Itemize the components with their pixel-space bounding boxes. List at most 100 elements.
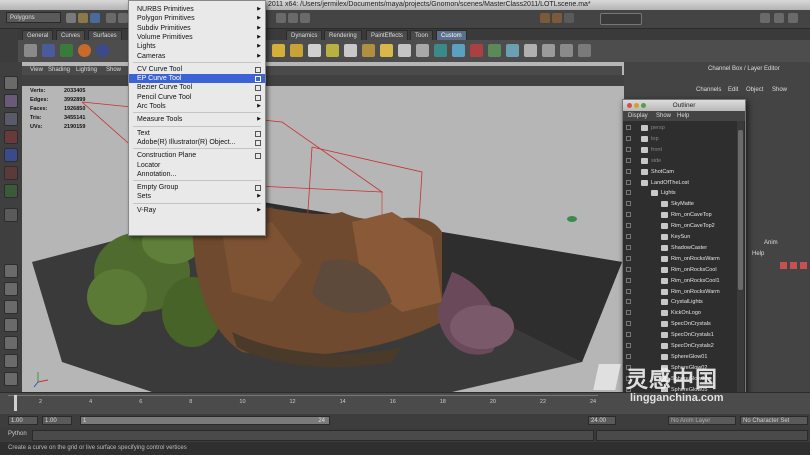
create-menu-item[interactable]: CV Curve Tool <box>129 65 265 74</box>
expand-toggle-icon[interactable] <box>626 332 631 338</box>
create-menu-item[interactable]: Measure Tools ▶ <box>129 115 265 124</box>
manipulator-tool-icon[interactable] <box>4 184 18 198</box>
shelf-plane-icon[interactable] <box>60 44 73 57</box>
shelf-tab-rendering[interactable]: Rendering <box>324 30 362 40</box>
expand-toggle-icon[interactable] <box>626 310 631 316</box>
option-box-icon[interactable] <box>255 185 261 192</box>
graph-layout-icon[interactable] <box>4 336 18 350</box>
shelf-tab-surfaces[interactable]: Surfaces <box>88 30 122 40</box>
create-menu-item[interactable]: Arc Tools ▶ <box>129 102 265 111</box>
shelf-light2-icon[interactable] <box>326 44 339 57</box>
create-menu-item[interactable]: Lights ▶ <box>129 42 265 51</box>
expand-toggle-icon[interactable] <box>626 157 631 163</box>
expand-toggle-icon[interactable] <box>626 146 631 152</box>
maximize-icon[interactable] <box>641 103 646 108</box>
expand-toggle-icon[interactable] <box>626 343 631 348</box>
outliner-menu-help[interactable]: Help <box>677 111 689 121</box>
menuset-dropdown[interactable]: Polygons <box>6 12 61 23</box>
render-settings-icon[interactable] <box>564 13 574 23</box>
create-menu-item[interactable]: Adobe(R) Illustrator(R) Object... <box>129 138 265 147</box>
command-input[interactable] <box>32 430 594 441</box>
paint-select-icon[interactable] <box>4 112 18 126</box>
expand-toggle-icon[interactable] <box>626 135 631 141</box>
shelf-tool4-icon[interactable] <box>398 44 411 57</box>
expand-toggle-icon[interactable] <box>626 223 631 229</box>
shelf-tab-general[interactable]: General <box>22 30 54 40</box>
shelf-tool2-icon[interactable] <box>362 44 375 57</box>
attribute-editor-icon[interactable] <box>760 13 770 23</box>
shelf-cylinder-icon[interactable] <box>96 44 109 57</box>
outliner-layout-icon[interactable] <box>4 318 18 332</box>
shelf-tool13-icon[interactable] <box>560 44 573 57</box>
snap-point-icon[interactable] <box>300 13 310 23</box>
shelf-sphere-icon[interactable] <box>78 44 91 57</box>
shelf-tool5-icon[interactable] <box>416 44 429 57</box>
shelf-tool-icon[interactable] <box>344 44 357 57</box>
layer-add-icon[interactable] <box>780 262 787 269</box>
outliner-item[interactable]: Rim_onRocksCool1 <box>623 276 737 286</box>
select-mode-icon[interactable] <box>106 13 116 23</box>
anim-layer-dropdown[interactable]: No Anim Layer <box>668 416 736 425</box>
create-menu-item[interactable]: Cameras ▶ <box>129 52 265 61</box>
expand-toggle-icon[interactable] <box>626 266 631 272</box>
create-menu-item[interactable]: Volume Primitives ▶ <box>129 33 265 42</box>
four-pane-layout-icon[interactable] <box>4 282 18 296</box>
expand-toggle-icon[interactable] <box>626 321 631 327</box>
option-box-icon[interactable] <box>255 139 261 146</box>
create-menu-item[interactable]: Construction Plane <box>129 151 265 160</box>
shelf-tool14-icon[interactable] <box>578 44 591 57</box>
expand-toggle-icon[interactable] <box>626 255 631 261</box>
outliner-item[interactable]: SpecOnCrystals <box>623 319 737 329</box>
create-menu-item[interactable]: Annotation... <box>129 170 265 179</box>
outliner-menu-show[interactable]: Show <box>656 111 671 121</box>
expand-toggle-icon[interactable] <box>626 299 631 305</box>
render-icon[interactable] <box>540 13 550 23</box>
shelf-tool7-icon[interactable] <box>452 44 465 57</box>
shelf-tool12-icon[interactable] <box>542 44 555 57</box>
outliner-item[interactable]: Rim_onCaveTop2 <box>623 221 737 231</box>
shelf-tab-custom[interactable]: Custom <box>436 30 467 40</box>
snap-grid-icon[interactable] <box>276 13 286 23</box>
range-start-field[interactable]: 1.00 <box>42 416 72 425</box>
minimize-icon[interactable] <box>634 103 639 108</box>
shelf-cube-icon[interactable] <box>42 44 55 57</box>
outliner-item[interactable]: persp <box>623 123 737 133</box>
open-scene-icon[interactable] <box>78 13 88 23</box>
layer-menu-help[interactable]: Help <box>752 251 764 257</box>
expand-toggle-icon[interactable] <box>626 212 631 218</box>
outliner-item[interactable]: top <box>623 134 737 144</box>
expand-toggle-icon[interactable] <box>626 168 631 174</box>
expand-toggle-icon[interactable] <box>626 277 631 283</box>
create-menu-item[interactable]: Locator <box>129 161 265 170</box>
select-component-icon[interactable] <box>118 13 128 23</box>
create-menu-item[interactable]: Pencil Curve Tool <box>129 93 265 102</box>
snap-curve-icon[interactable] <box>288 13 298 23</box>
outliner-item[interactable]: Lights <box>623 188 737 198</box>
hypershade-layout-icon[interactable] <box>4 354 18 368</box>
end-time-field[interactable]: 24.00 <box>588 416 616 425</box>
create-menu-item[interactable]: Polygon Primitives ▶ <box>129 14 265 23</box>
create-menu-item[interactable]: NURBS Primitives ▶ <box>129 5 265 14</box>
outliner-item[interactable]: front <box>623 145 737 155</box>
two-pane-layout-icon[interactable] <box>4 300 18 314</box>
outliner-scroll-thumb[interactable] <box>738 130 743 290</box>
rotate-tool-icon[interactable] <box>4 148 18 162</box>
input-field[interactable] <box>600 13 642 25</box>
close-icon[interactable] <box>627 103 632 108</box>
create-menu-item[interactable]: V-Ray ▶ <box>129 206 265 215</box>
option-box-icon[interactable] <box>255 76 261 83</box>
shelf-tool11-icon[interactable] <box>524 44 537 57</box>
shelf-tool9-icon[interactable] <box>488 44 501 57</box>
option-box-icon[interactable] <box>255 130 261 137</box>
select-tool-icon[interactable] <box>24 44 37 57</box>
outliner-item[interactable]: Rim_onRocksCool <box>623 265 737 275</box>
shelf-camera-icon[interactable] <box>308 44 321 57</box>
scale-tool-icon[interactable] <box>4 166 18 180</box>
expand-toggle-icon[interactable] <box>626 201 631 207</box>
channel-menu-edit[interactable]: Edit <box>728 87 738 93</box>
shelf-tab-dynamics[interactable]: Dynamics <box>286 30 323 40</box>
shelf-tool3-icon[interactable] <box>380 44 393 57</box>
outliner-item[interactable]: Rim_onRocksWarm <box>623 287 737 297</box>
shelf-tab-curves[interactable]: Curves <box>56 30 86 40</box>
option-box-icon[interactable] <box>255 85 261 92</box>
